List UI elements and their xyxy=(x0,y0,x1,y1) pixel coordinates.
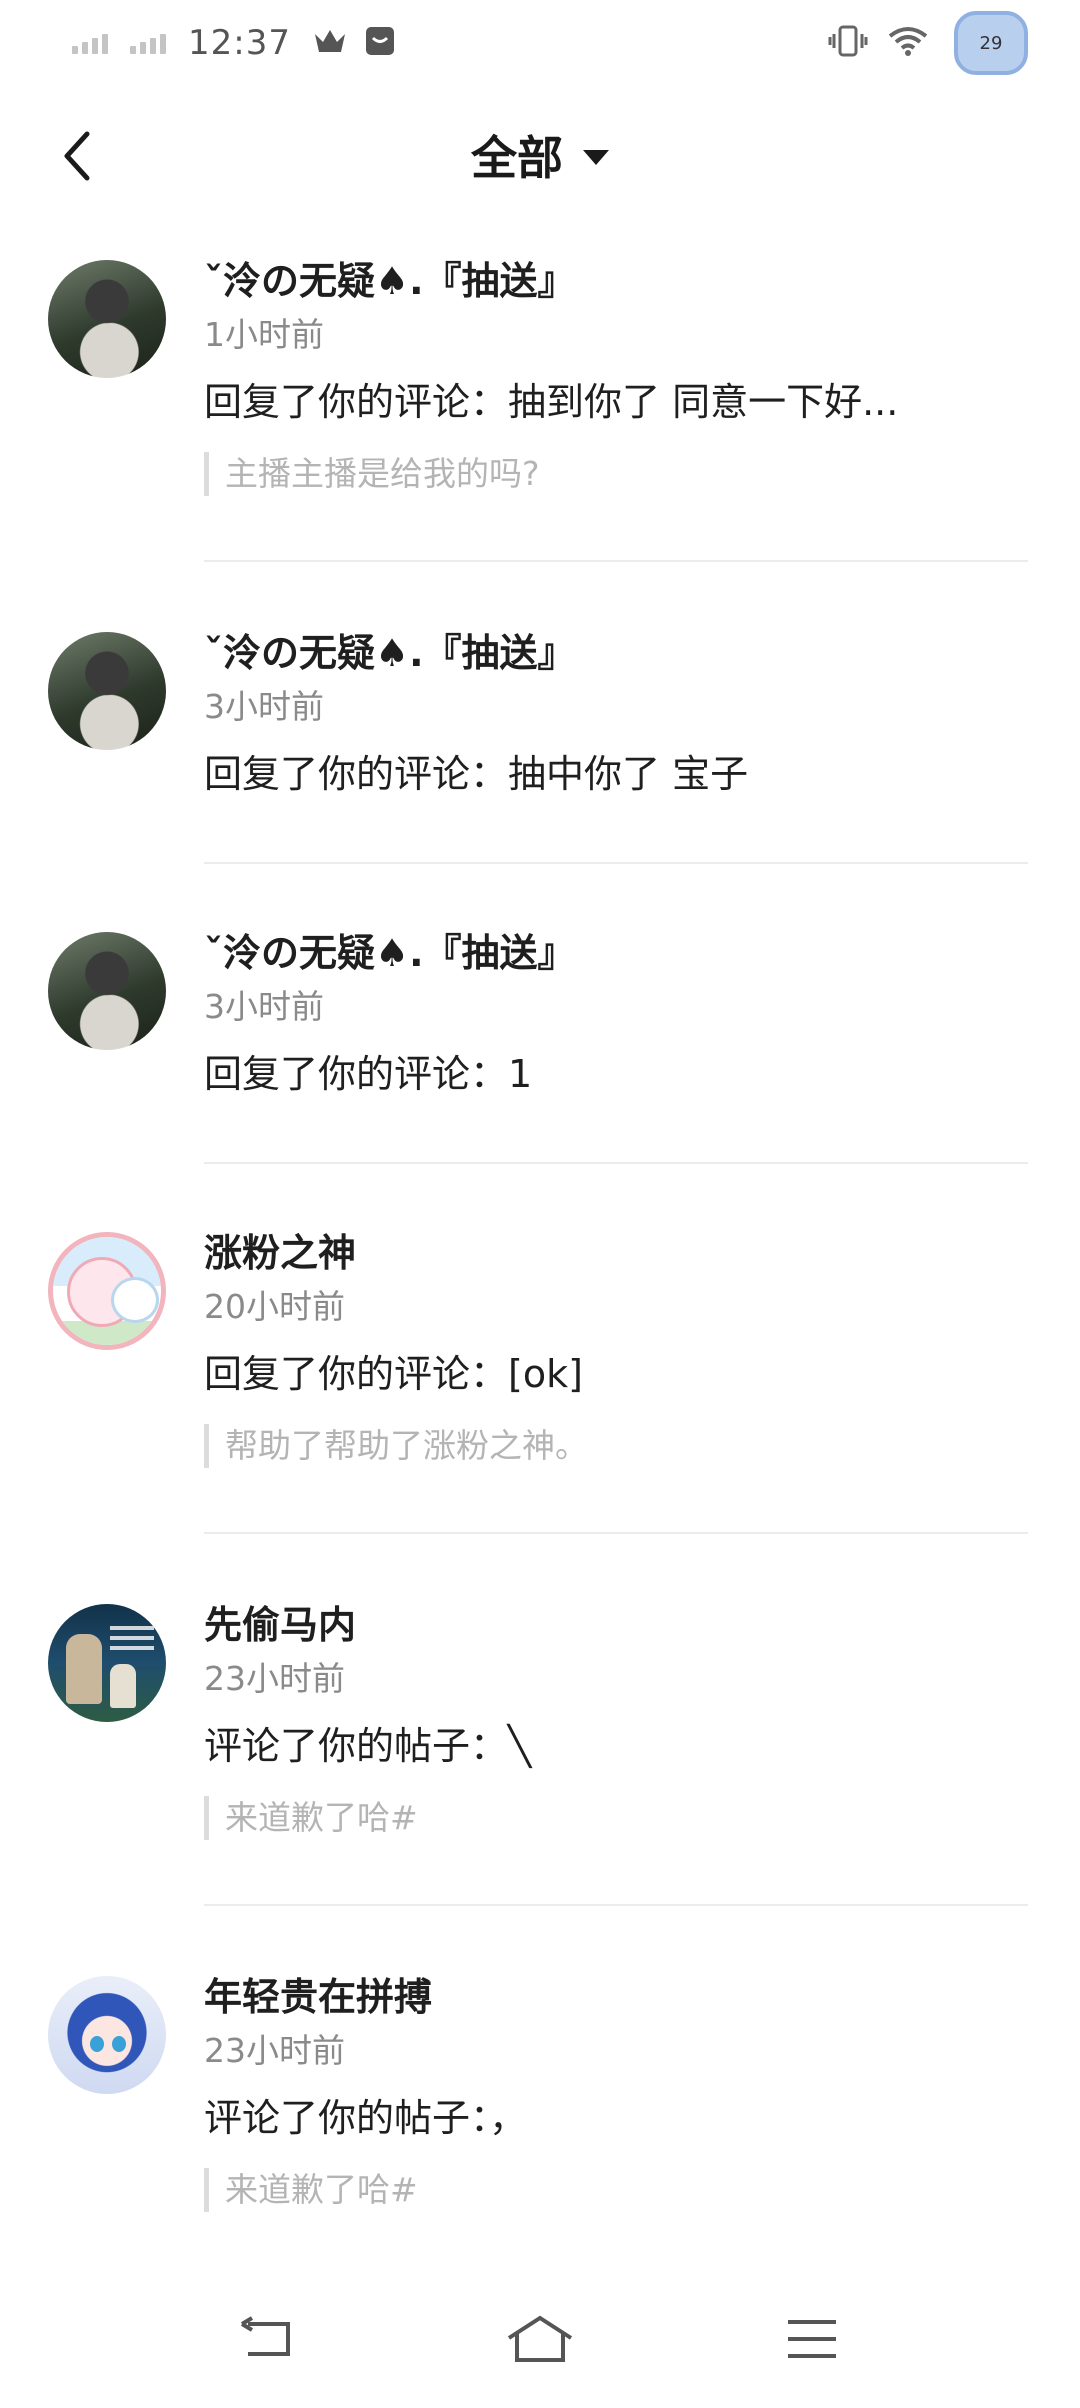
avatar[interactable] xyxy=(48,1604,166,1722)
divider xyxy=(204,1532,1028,1534)
caret-down-icon xyxy=(583,149,609,165)
header: 全部 xyxy=(0,100,1080,212)
timestamp: 1小时前 xyxy=(204,315,324,354)
user-name[interactable]: 先偷马内 xyxy=(204,1600,1028,1650)
notification-list: ˇ泠の无疑♠.『抽送』 1小时前 回复了你的评论：抽到你了 同意一下好... 主… xyxy=(0,240,1080,2276)
signal-icon xyxy=(72,32,108,54)
notification-message: 回复了你的评论：抽到你了 同意一下好... xyxy=(204,380,899,424)
list-item[interactable]: ˇ泠の无疑♠.『抽送』 3小时前 回复了你的评论：1 xyxy=(0,912,1080,1212)
avatar[interactable] xyxy=(48,260,166,378)
crown-icon xyxy=(313,26,347,60)
user-name[interactable]: ˇ泠の无疑♠.『抽送』 xyxy=(204,928,1028,978)
system-nav-bar xyxy=(0,2282,1080,2402)
nav-menu-button[interactable] xyxy=(772,2304,852,2374)
page-title: 全部 xyxy=(471,131,563,185)
divider xyxy=(204,862,1028,864)
notification-message: 回复了你的评论：1 xyxy=(204,1052,533,1096)
timestamp: 23小时前 xyxy=(204,1659,345,1698)
user-name[interactable]: 年轻贵在拼搏 xyxy=(204,1972,1028,2022)
notification-message: 回复了你的评论：抽中你了 宝子 xyxy=(204,752,749,796)
avatar[interactable] xyxy=(48,1976,166,2094)
timestamp: 23小时前 xyxy=(204,2031,345,2070)
user-name[interactable]: ˇ泠の无疑♠.『抽送』 xyxy=(204,628,1028,678)
wifi-icon xyxy=(888,24,928,62)
list-item[interactable]: ˇ泠の无疑♠.『抽送』 1小时前 回复了你的评论：抽到你了 同意一下好... 主… xyxy=(0,240,1080,612)
timestamp: 3小时前 xyxy=(204,987,324,1026)
avatar[interactable] xyxy=(48,932,166,1050)
list-item[interactable]: 涨粉之神 20小时前 回复了你的评论：[ok] 帮助了帮助了涨粉之神。 xyxy=(0,1212,1080,1584)
timestamp: 20小时前 xyxy=(204,1287,345,1326)
home-icon xyxy=(507,2315,573,2362)
signal-icon-2 xyxy=(130,32,166,54)
battery-level: 29 xyxy=(979,32,1003,54)
divider xyxy=(204,1904,1028,1906)
nav-home-button[interactable] xyxy=(500,2304,580,2374)
list-item[interactable]: 年轻贵在拼搏 23小时前 评论了你的帖子：， 来道歉了哈# xyxy=(0,1956,1080,2276)
list-item[interactable]: 先偷马内 23小时前 评论了你的帖子：╲ 来道歉了哈# xyxy=(0,1584,1080,1956)
quoted-text: 主播主播是给我的吗? xyxy=(204,452,1028,496)
divider xyxy=(204,1162,1028,1164)
message-icon xyxy=(365,26,395,60)
divider xyxy=(204,560,1028,562)
user-name[interactable]: ˇ泠の无疑♠.『抽送』 xyxy=(204,256,1028,306)
filter-dropdown[interactable]: 全部 xyxy=(471,122,609,188)
notification-message: 评论了你的帖子：╲ xyxy=(204,1724,531,1768)
list-item[interactable]: ˇ泠の无疑♠.『抽送』 3小时前 回复了你的评论：抽中你了 宝子 xyxy=(0,612,1080,912)
avatar[interactable] xyxy=(48,632,166,750)
avatar[interactable] xyxy=(48,1232,166,1350)
back-arrow-icon xyxy=(240,2316,290,2356)
quoted-text: 来道歉了哈# xyxy=(204,1796,1028,1840)
timestamp: 3小时前 xyxy=(204,687,324,726)
clock: 12:37 xyxy=(188,23,291,63)
status-bar: 12:37 29 xyxy=(0,0,1080,86)
menu-icon xyxy=(788,2320,836,2358)
user-name[interactable]: 涨粉之神 xyxy=(204,1228,1028,1278)
nav-back-button[interactable] xyxy=(228,2304,308,2374)
notification-message: 回复了你的评论：[ok] xyxy=(204,1352,583,1396)
quoted-text: 帮助了帮助了涨粉之神。 xyxy=(204,1424,1028,1468)
battery-icon: 29 xyxy=(954,11,1028,75)
notification-message: 评论了你的帖子：， xyxy=(204,2096,528,2140)
vibrate-icon xyxy=(828,24,868,62)
quoted-text: 来道歉了哈# xyxy=(204,2168,1028,2212)
